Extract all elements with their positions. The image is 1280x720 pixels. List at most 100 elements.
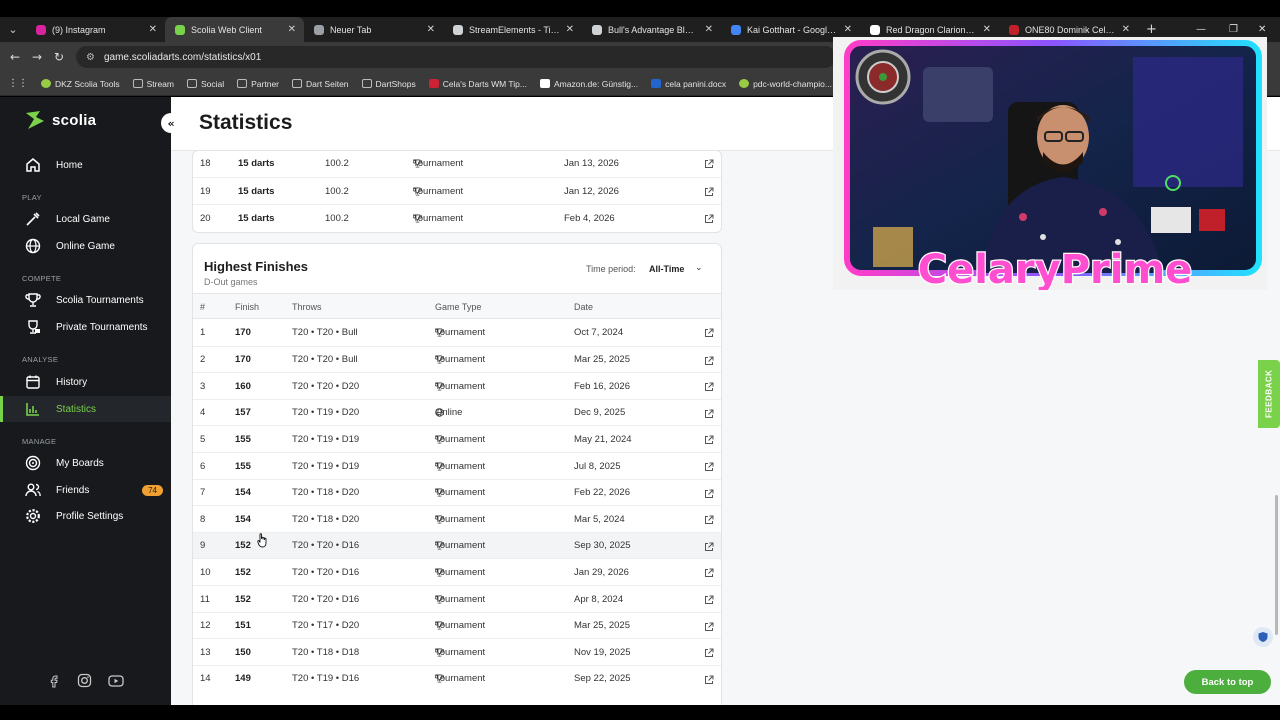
back-to-top-button[interactable]: Back to top	[1184, 670, 1271, 694]
external-link-icon[interactable]	[704, 409, 714, 419]
table-row[interactable]: 19 15 darts 100.2 Tournament Jan 12, 2026	[193, 177, 721, 204]
nav-private-tournaments[interactable]: Private Tournaments	[0, 314, 171, 340]
youtube-icon[interactable]	[107, 672, 124, 689]
tab-close-icon[interactable]: ✕	[1122, 24, 1130, 35]
scrollbar-thumb[interactable]	[1275, 495, 1278, 635]
table-row[interactable]: 9 152 T20 • T20 • D16 Tournament Sep 30, 202…	[193, 531, 721, 559]
nav-history-label: History	[56, 376, 88, 388]
row-throws: T20 • T19 • D16	[292, 673, 360, 685]
friends-icon	[24, 481, 42, 499]
table-row[interactable]: 2 170 T20 • T20 • Bull Tournament Mar 25, 20…	[193, 345, 721, 373]
row-date: Mar 5, 2024	[574, 513, 625, 525]
tab-close-icon[interactable]: ✕	[288, 24, 296, 35]
bookmark-item[interactable]: DartShops	[361, 79, 416, 89]
external-link-icon[interactable]	[704, 595, 714, 605]
scolia-logo[interactable]: scolia	[24, 109, 96, 131]
tab-favicon-icon	[314, 24, 324, 35]
time-period-select[interactable]: All-Time	[649, 264, 684, 274]
bookmark-item[interactable]: Stream	[132, 79, 174, 89]
forward-icon[interactable]: →	[26, 50, 48, 64]
external-link-icon[interactable]	[704, 187, 714, 197]
table-row[interactable]: 3 160 T20 • T20 • D20 Tournament Feb 16, 202…	[193, 372, 721, 399]
external-link-icon[interactable]	[704, 622, 714, 632]
bookmark-item[interactable]: Social	[186, 79, 224, 89]
tab-close-icon[interactable]: ✕	[844, 24, 852, 35]
table-row[interactable]: 13 150 T20 • T18 • D18 Tournament Nov 19, 20…	[193, 638, 721, 665]
table-row[interactable]: 12 151 T20 • T17 • D20 Tournament Mar 25, 20…	[193, 611, 721, 639]
table-row[interactable]: 5 155 T20 • T19 • D19 Tournament May 21, 202…	[193, 425, 721, 452]
nav-friends[interactable]: Friends 74	[0, 477, 171, 503]
bookmark-item[interactable]: Partner	[237, 79, 279, 89]
chevron-down-icon[interactable]: ⌄	[695, 263, 703, 273]
browser-tab[interactable]: Neuer Tab ✕	[304, 17, 443, 42]
table-row[interactable]: 14 149 T20 • T19 • D16 Tournament Sep 22, 20…	[193, 664, 721, 692]
header-finish[interactable]: Finish	[235, 302, 259, 312]
nav-my-boards[interactable]: My Boards	[0, 450, 171, 476]
security-shield-icon[interactable]	[1253, 627, 1273, 647]
external-link-icon[interactable]	[704, 462, 714, 472]
friends-count-badge: 74	[142, 484, 163, 496]
nav-profile-settings[interactable]: Profile Settings	[0, 503, 171, 529]
nav-online-game[interactable]: Online Game	[0, 233, 171, 259]
collapse-sidebar-button[interactable]: «	[161, 113, 181, 133]
apps-icon[interactable]: ⋮⋮	[8, 78, 28, 89]
external-link-icon[interactable]	[704, 159, 714, 169]
url-field[interactable]: ⚙ game.scoliadarts.com/statistics/x01	[76, 46, 836, 68]
row-rank: 5	[200, 433, 206, 445]
instagram-icon[interactable]	[76, 672, 93, 689]
external-link-icon[interactable]	[704, 214, 714, 224]
table-row[interactable]: 8 154 T20 • T18 • D20 Tournament Mar 5, 2024	[193, 505, 721, 532]
row-finish: 155	[235, 460, 251, 472]
bookmark-item[interactable]: Cela's Darts WM Tip...	[428, 79, 527, 89]
tab-close-icon[interactable]: ✕	[566, 24, 574, 35]
table-row[interactable]: 1 170 T20 • T20 • Bull Tournament Oct 7, 202…	[193, 319, 721, 346]
external-link-icon[interactable]	[704, 382, 714, 392]
external-link-icon[interactable]	[704, 489, 714, 499]
site-info-icon[interactable]: ⚙	[86, 52, 95, 63]
new-tab-button[interactable]: +	[1146, 22, 1157, 37]
bookmark-item[interactable]: Dart Seiten	[292, 79, 349, 89]
tab-close-icon[interactable]: ✕	[149, 24, 157, 35]
external-link-icon[interactable]	[704, 328, 714, 338]
external-link-icon[interactable]	[704, 648, 714, 658]
external-link-icon[interactable]	[704, 515, 714, 525]
bookmark-item[interactable]: Amazon.de: Günstig...	[540, 79, 638, 89]
bookmark-item[interactable]: pdc-world-champio...	[739, 79, 832, 89]
feedback-tab[interactable]: FEEDBACK	[1258, 360, 1280, 428]
browser-tab[interactable]: Bull's Advantage Black Ed ✕	[582, 17, 721, 42]
tab-close-icon[interactable]: ✕	[705, 24, 713, 35]
back-icon[interactable]: ←	[4, 50, 26, 64]
nav-statistics-label: Statistics	[56, 403, 97, 415]
nav-local-game[interactable]: Local Game	[0, 206, 171, 232]
external-link-icon[interactable]	[704, 675, 714, 685]
bookmark-item[interactable]: cela panini.docx	[651, 79, 726, 89]
reload-icon[interactable]: ↻	[48, 50, 70, 64]
external-link-icon[interactable]	[704, 435, 714, 445]
table-row[interactable]: 4 157 T20 • T19 • D20 Online Dec 9, 2025	[193, 398, 721, 426]
tab-close-icon[interactable]: ✕	[983, 24, 991, 35]
nav-home[interactable]: Home	[0, 152, 171, 178]
table-row[interactable]: 18 15 darts 100.2 Tournament Jan 13, 2026	[193, 151, 721, 177]
nav-statistics[interactable]: Statistics	[0, 396, 171, 422]
browser-tab[interactable]: (9) Instagram ✕	[26, 17, 165, 42]
row-rank: 10	[200, 566, 211, 578]
external-link-icon[interactable]	[704, 568, 714, 578]
table-row[interactable]: 11 152 T20 • T20 • D16 Tournament Apr 8, 202…	[193, 585, 721, 612]
external-link-icon[interactable]	[704, 542, 714, 552]
external-link-icon[interactable]	[704, 356, 714, 366]
bookmark-item[interactable]: DKZ Scolia Tools	[41, 79, 120, 89]
table-row[interactable]: 20 15 darts 100.2 Tournament Feb 4, 2026	[193, 204, 721, 231]
header-date[interactable]: Date	[574, 302, 593, 312]
row-throws: T20 • T20 • D16	[292, 566, 360, 578]
table-row[interactable]: 7 154 T20 • T18 • D20 Tournament Feb 22, 202…	[193, 478, 721, 506]
table-row[interactable]: 10 152 T20 • T20 • D16 Tournament Jan 29, 20…	[193, 558, 721, 585]
tab-search-icon[interactable]: ⌄	[0, 19, 26, 41]
nav-history[interactable]: History	[0, 369, 171, 395]
tab-close-icon[interactable]: ✕	[427, 24, 435, 35]
facebook-icon[interactable]	[45, 672, 62, 689]
nav-scolia-tournaments[interactable]: Scolia Tournaments	[0, 287, 171, 313]
browser-tab[interactable]: Scolia Web Client ✕	[165, 17, 304, 42]
header-throws: Throws	[292, 302, 322, 312]
browser-tab[interactable]: StreamElements - Timers ✕	[443, 17, 582, 42]
table-row[interactable]: 6 155 T20 • T19 • D19 Tournament Jul 8, 2025	[193, 452, 721, 479]
